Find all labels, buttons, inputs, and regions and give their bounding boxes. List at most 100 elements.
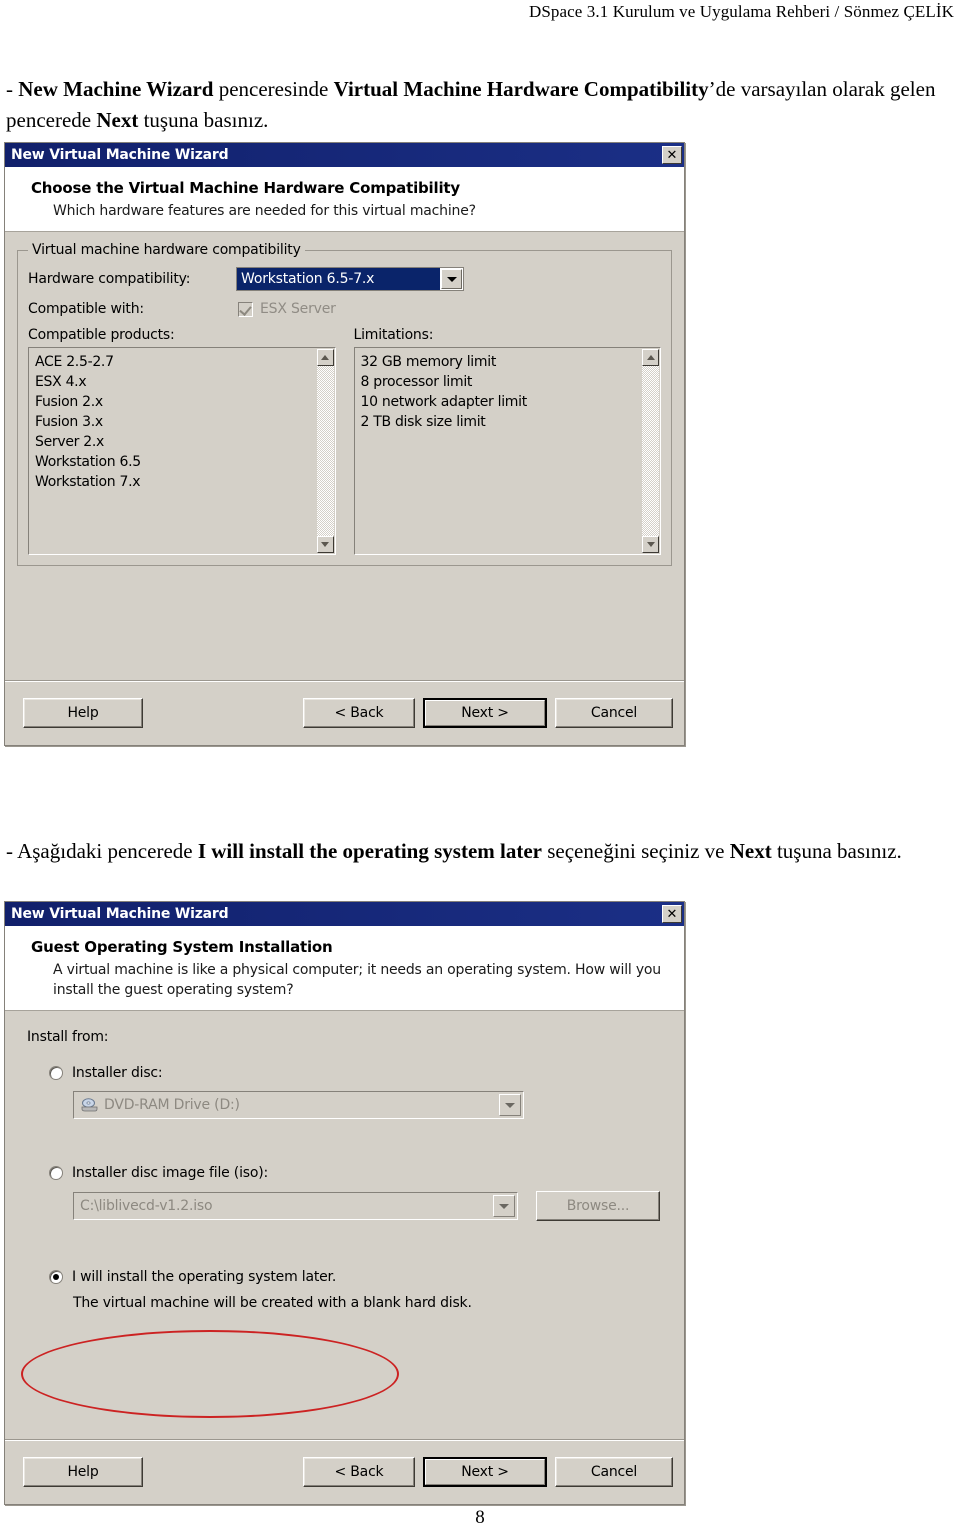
limitations-column: Limitations: 32 GB memory limit 8 proces…	[353, 327, 661, 555]
list-item[interactable]: 8 processor limit	[361, 372, 643, 392]
list-item[interactable]: Fusion 2.x	[35, 392, 317, 412]
installer-disc-value: DVD-RAM Drive (D:)	[104, 1097, 240, 1113]
chevron-down-icon[interactable]	[493, 1195, 515, 1217]
para1-suffix: tuşuna basınız.	[138, 108, 269, 132]
list-item[interactable]: 2 TB disk size limit	[361, 412, 643, 432]
install-from-label: Install from:	[27, 1029, 109, 1045]
dialog1-header-title: Choose the Virtual Machine Hardware Comp…	[31, 179, 460, 197]
iso-row: C:\liblivecd-v1.2.iso Browse...	[73, 1191, 660, 1221]
next-button-label: Next >	[425, 700, 545, 726]
dialog2-body: Install from: Installer disc: DVD-RAM Dr…	[5, 1011, 684, 1311]
installer-disc-value-wrap: DVD-RAM Drive (D:)	[74, 1097, 497, 1113]
dialog1-header-subtitle: Which hardware features are needed for t…	[53, 203, 476, 219]
help-button[interactable]: Help	[23, 1457, 143, 1487]
dialog1-body: Virtual machine hardware compatibility H…	[5, 232, 684, 566]
annotation-ellipse-highlight	[21, 1330, 399, 1418]
next-button[interactable]: Next >	[423, 698, 547, 728]
cancel-button[interactable]: Cancel	[555, 1457, 673, 1487]
hardware-compatibility-groupbox: Virtual machine hardware compatibility H…	[17, 242, 672, 566]
para2-bold-2: Next	[729, 839, 772, 863]
hardware-compatibility-label: Hardware compatibility:	[28, 271, 191, 287]
list-item[interactable]: Server 2.x	[35, 432, 317, 452]
dialog2-header-band: Guest Operating System Installation A vi…	[5, 926, 684, 1011]
limitations-listbox[interactable]: 32 GB memory limit 8 processor limit 10 …	[353, 347, 661, 555]
compatible-products-label: Compatible products:	[28, 327, 175, 343]
hardware-compatibility-combobox[interactable]: Workstation 6.5-7.x	[236, 267, 464, 291]
list-item[interactable]: ACE 2.5-2.7	[35, 352, 317, 372]
next-button-label: Next >	[425, 1459, 545, 1485]
browse-button[interactable]: Browse...	[536, 1191, 660, 1221]
list-item[interactable]: Workstation 7.x	[35, 472, 317, 492]
compatible-products-items: ACE 2.5-2.7 ESX 4.x Fusion 2.x Fusion 3.…	[29, 348, 317, 492]
groupbox-title: Virtual machine hardware compatibility	[28, 242, 305, 258]
iso-path-combobox[interactable]: C:\liblivecd-v1.2.iso	[73, 1192, 518, 1220]
dialog1-titlebar[interactable]: New Virtual Machine Wizard ✕	[5, 143, 684, 167]
installer-disc-label: Installer disc:	[72, 1065, 163, 1081]
new-virtual-machine-wizard-dialog-hardware-compatibility: New Virtual Machine Wizard ✕ Choose the …	[4, 142, 685, 746]
radio-icon	[49, 1066, 63, 1080]
install-later-description: The virtual machine will be created with…	[73, 1295, 472, 1311]
close-icon[interactable]: ✕	[662, 146, 682, 164]
next-button[interactable]: Next >	[423, 1457, 547, 1487]
limitations-items: 32 GB memory limit 8 processor limit 10 …	[355, 348, 643, 432]
iso-option[interactable]: Installer disc image file (iso):	[49, 1165, 672, 1181]
para1-bold-3: Next	[96, 108, 139, 132]
hardware-compatibility-row: Hardware compatibility: Workstation 6.5-…	[28, 267, 661, 291]
para2-prefix: - Aşağıdaki pencerede	[6, 839, 198, 863]
instruction-paragraph-2: - Aşağıdaki pencerede I will install the…	[6, 836, 942, 867]
chevron-down-icon[interactable]	[441, 269, 462, 289]
dialog2-title: New Virtual Machine Wizard	[11, 906, 229, 922]
list-item[interactable]: Fusion 3.x	[35, 412, 317, 432]
compatible-with-label: Compatible with:	[28, 301, 144, 317]
back-button[interactable]: < Back	[303, 698, 415, 728]
back-button[interactable]: < Back	[303, 1457, 415, 1487]
new-virtual-machine-wizard-dialog-guest-os: New Virtual Machine Wizard ✕ Guest Opera…	[4, 901, 685, 1505]
page-header: DSpace 3.1 Kurulum ve Uygulama Rehberi /…	[528, 2, 954, 21]
installer-disc-option[interactable]: Installer disc:	[49, 1065, 672, 1081]
para1-mid-1: penceresinde	[213, 77, 334, 101]
chevron-down-icon[interactable]	[499, 1094, 521, 1116]
dialog2-header-subtitle: A virtual machine is like a physical com…	[53, 962, 661, 998]
installer-disc-combobox[interactable]: DVD-RAM Drive (D:)	[73, 1091, 524, 1119]
para1-bold-1: New Machine Wizard	[18, 77, 214, 101]
compatible-products-scrollbar[interactable]	[316, 349, 334, 553]
dialog1-footer: Help < Back Next > Cancel	[5, 680, 684, 745]
install-later-option[interactable]: I will install the operating system late…	[49, 1269, 672, 1285]
scroll-up-icon[interactable]	[316, 349, 334, 366]
esx-server-checkbox[interactable]: ESX Server	[238, 301, 336, 317]
install-later-label: I will install the operating system late…	[72, 1269, 337, 1285]
para2-bold-1: I will install the operating system late…	[197, 839, 542, 863]
limitations-label: Limitations:	[353, 327, 434, 343]
scroll-down-icon[interactable]	[642, 536, 659, 553]
cancel-button[interactable]: Cancel	[555, 698, 673, 728]
instruction-paragraph-1: - New Machine Wizard penceresinde Virtua…	[6, 74, 942, 136]
para2-suffix: tuşuna basınız.	[771, 839, 902, 863]
installer-disc-combobox-wrap: DVD-RAM Drive (D:)	[73, 1091, 524, 1119]
compatible-products-listbox[interactable]: ACE 2.5-2.7 ESX 4.x Fusion 2.x Fusion 3.…	[28, 347, 336, 555]
para2-mid: seçeneğini seçiniz ve	[541, 839, 730, 863]
iso-label: Installer disc image file (iso):	[72, 1165, 268, 1181]
close-icon[interactable]: ✕	[662, 905, 682, 923]
hardware-compatibility-value: Workstation 6.5-7.x	[237, 268, 440, 290]
list-item[interactable]: 32 GB memory limit	[361, 352, 643, 372]
compatible-with-row: Compatible with: ESX Server	[28, 301, 661, 317]
scroll-down-icon[interactable]	[316, 536, 334, 553]
limitations-scrollbar[interactable]	[642, 349, 659, 553]
compatibility-lists: Compatible products: ACE 2.5-2.7 ESX 4.x…	[28, 327, 661, 555]
radio-icon	[49, 1270, 63, 1284]
dialog1-title: New Virtual Machine Wizard	[11, 147, 229, 163]
list-item[interactable]: 10 network adapter limit	[361, 392, 643, 412]
para1-bold-2: Virtual Machine Hardware Compatibility	[333, 77, 709, 101]
dialog2-titlebar[interactable]: New Virtual Machine Wizard ✕	[5, 902, 684, 926]
dialog2-footer: Help < Back Next > Cancel	[5, 1439, 684, 1504]
list-item[interactable]: ESX 4.x	[35, 372, 317, 392]
para1-prefix: -	[6, 77, 19, 101]
checkmark-icon	[238, 301, 253, 317]
list-item[interactable]: Workstation 6.5	[35, 452, 317, 472]
help-button[interactable]: Help	[23, 698, 143, 728]
scroll-up-icon[interactable]	[642, 349, 659, 366]
esx-server-label: ESX Server	[260, 301, 336, 317]
dialog1-header-band: Choose the Virtual Machine Hardware Comp…	[5, 167, 684, 232]
dialog2-header-title: Guest Operating System Installation	[31, 938, 333, 956]
iso-path-value: C:\liblivecd-v1.2.iso	[80, 1198, 213, 1214]
